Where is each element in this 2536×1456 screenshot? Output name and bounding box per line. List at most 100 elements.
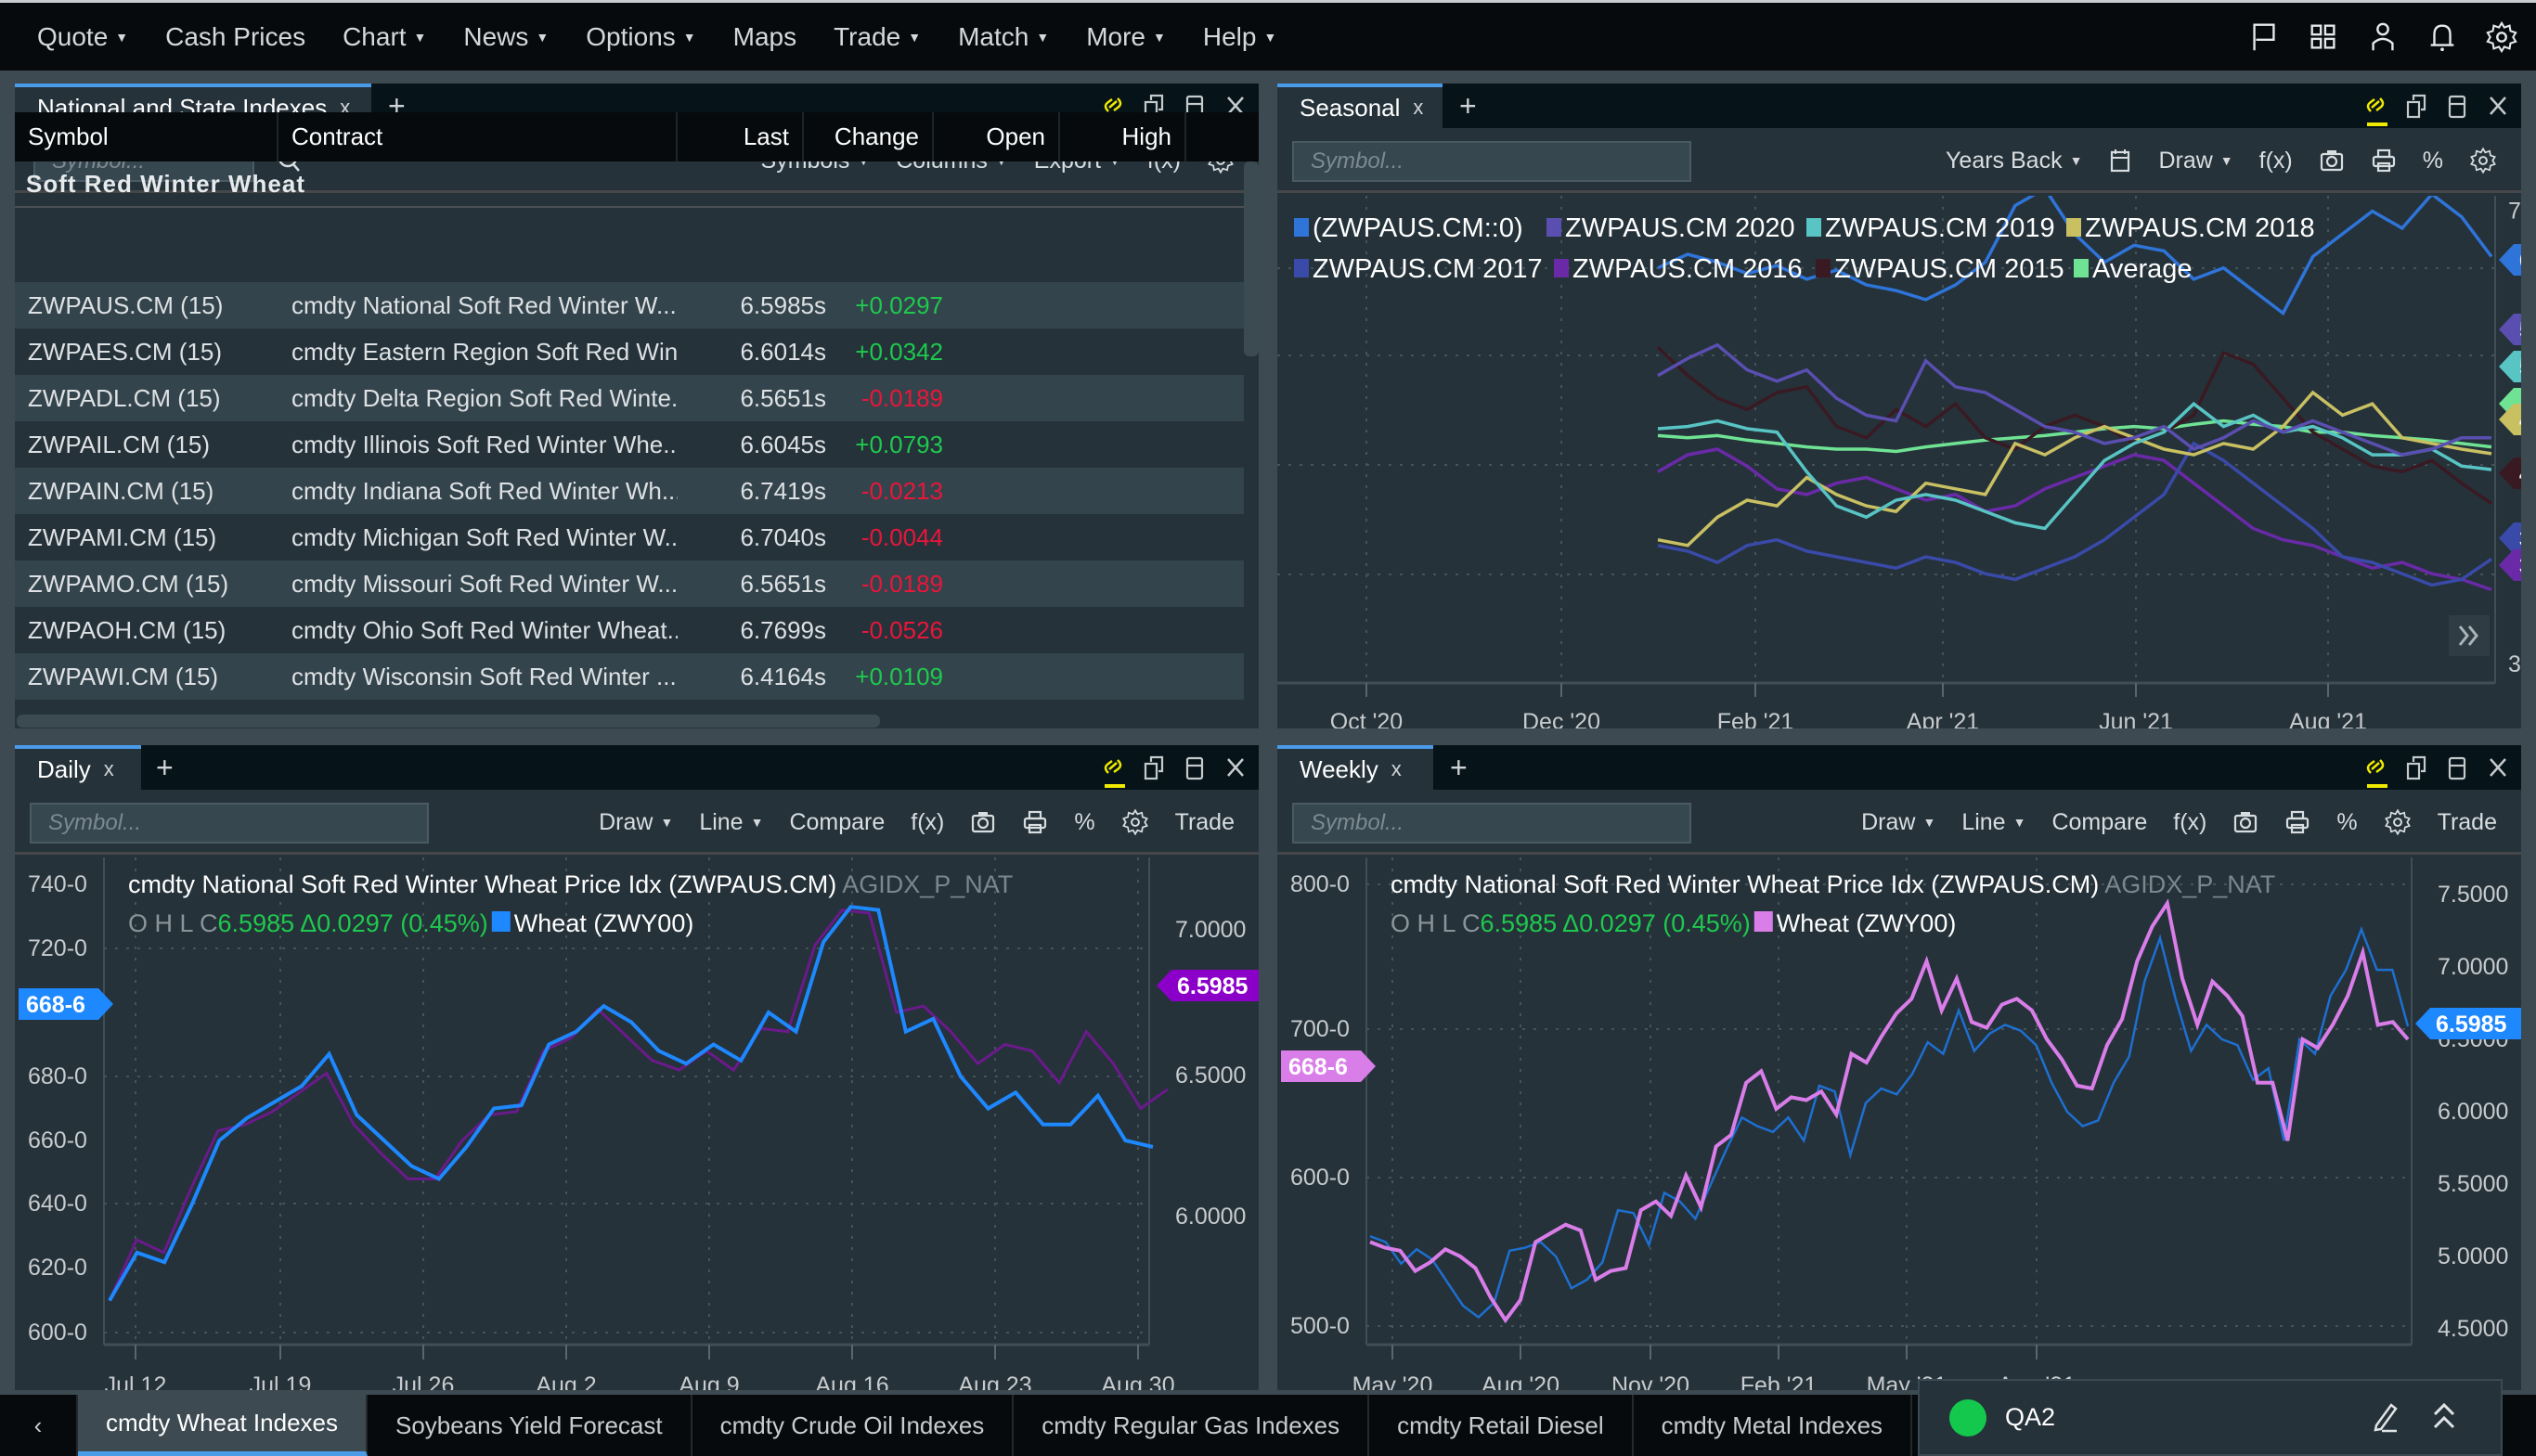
- popout-icon[interactable]: [2402, 91, 2430, 121]
- add-tab-button[interactable]: +: [1459, 89, 1477, 123]
- link-icon[interactable]: [2361, 753, 2389, 788]
- tool-f-x-[interactable]: f(x): [2173, 809, 2206, 836]
- daily-chart[interactable]: 740-0720-0700-0680-0660-0640-0620-0600-0…: [15, 857, 1259, 1390]
- tab-weekly[interactable]: Weekly x: [1277, 745, 1433, 790]
- tool-trade[interactable]: Trade: [1175, 809, 1235, 836]
- nav-options[interactable]: Options ▼: [586, 22, 695, 52]
- tool-trade[interactable]: Trade: [2438, 809, 2497, 836]
- add-tab-button[interactable]: +: [156, 751, 174, 785]
- table-row[interactable]: ZWPAIL.CM (15) cmdty Illinois Soft Red Wi…: [15, 421, 1244, 468]
- scroll-left-button[interactable]: ‹: [0, 1395, 78, 1456]
- symbol-input[interactable]: Symbol...: [1292, 141, 1691, 182]
- close-icon[interactable]: [2484, 753, 2512, 782]
- table-row[interactable]: ZWPAMI.CM (15) cmdty Michigan Soft Red Wi…: [15, 514, 1244, 560]
- table-row[interactable]: ZWPAMO.CM (15) cmdty Missouri Soft Red Wi…: [15, 560, 1244, 607]
- add-tab-button[interactable]: +: [1450, 751, 1468, 785]
- camera-icon[interactable]: [2319, 148, 2345, 174]
- workspace-tab[interactable]: Soybeans Yield Forecast: [368, 1395, 692, 1456]
- tool-f-x-[interactable]: f(x): [911, 809, 944, 836]
- table-row[interactable]: ZWPAES.CM (15) cmdty Eastern Region Soft …: [15, 329, 1244, 375]
- tool-draw[interactable]: Draw ▼: [2158, 148, 2232, 174]
- table-row[interactable]: ZWPADL.CM (15) cmdty Delta Region Soft Re…: [15, 375, 1244, 421]
- tab-daily[interactable]: Daily x: [15, 745, 141, 790]
- nav-news[interactable]: News ▼: [463, 22, 549, 52]
- compare-swatch: [1753, 911, 1773, 932]
- tool-percent[interactable]: %: [2336, 809, 2357, 836]
- left-y-tick-label: 660-0: [28, 1127, 87, 1153]
- horizontal-scrollbar[interactable]: [17, 715, 880, 728]
- table-row[interactable]: ZWPAIN.CM (15) cmdty Indiana Soft Red Win…: [15, 468, 1244, 514]
- nav-more[interactable]: More ▼: [1086, 22, 1166, 52]
- nav-cash-prices[interactable]: Cash Prices: [165, 22, 305, 52]
- maximize-icon[interactable]: [2443, 91, 2471, 121]
- popout-icon[interactable]: [2402, 753, 2430, 782]
- vertical-scrollbar[interactable]: [1244, 161, 1259, 356]
- nav-maps[interactable]: Maps: [733, 22, 796, 52]
- column-header-last[interactable]: Last: [678, 112, 804, 161]
- user-icon[interactable]: [2365, 19, 2400, 55]
- tool-line[interactable]: Line ▼: [1961, 809, 2025, 836]
- seasonal-chart[interactable]: Oct '20 Dec '20 Feb '21 Apr '21 Jun '21 Aug '…: [1277, 196, 2521, 728]
- table-row[interactable]: ZWPAOH.CM (15) cmdty Ohio Soft Red Winter…: [15, 607, 1244, 653]
- symbol-input[interactable]: Symbol...: [1292, 803, 1691, 844]
- column-header-contract[interactable]: Contract: [278, 112, 678, 161]
- compare-label[interactable]: Wheat (ZWY00): [1777, 909, 1957, 937]
- workspace-tab[interactable]: cmdty Wheat Indexes: [78, 1395, 368, 1456]
- close-tab-icon[interactable]: x: [104, 757, 114, 781]
- flag-icon[interactable]: [2246, 19, 2282, 55]
- weekly-chart[interactable]: 800-0700-0600-0500-07.50007.00006.50006.…: [1277, 857, 2521, 1390]
- nav-help[interactable]: Help ▼: [1203, 22, 1276, 52]
- popout-icon[interactable]: [1140, 753, 1168, 782]
- bell-icon[interactable]: [2425, 19, 2460, 55]
- double-chevron-up-icon[interactable]: [2430, 1399, 2458, 1437]
- tool-compare[interactable]: Compare: [2051, 809, 2147, 836]
- compare-label[interactable]: Wheat (ZWY00): [514, 909, 694, 937]
- workspace-tab[interactable]: cmdty Regular Gas Indexes: [1014, 1395, 1370, 1456]
- table-row[interactable]: ZWPAUS.CM (15) cmdty National Soft Red Wi…: [15, 282, 1244, 329]
- print-icon[interactable]: [2371, 148, 2397, 174]
- close-tab-icon[interactable]: x: [1413, 96, 1423, 120]
- tool-percent[interactable]: %: [2423, 148, 2443, 174]
- tool-draw[interactable]: Draw ▼: [599, 809, 673, 836]
- tool-compare[interactable]: Compare: [789, 809, 885, 836]
- edit-pencil-icon[interactable]: [2371, 1399, 2400, 1437]
- maximize-icon[interactable]: [2443, 753, 2471, 782]
- workspace-badge[interactable]: QA2: [1918, 1379, 2503, 1456]
- scroll-to-latest-button[interactable]: [2449, 615, 2490, 656]
- print-icon[interactable]: [1022, 809, 1048, 835]
- camera-icon[interactable]: [970, 809, 996, 835]
- gear-icon[interactable]: [1121, 808, 1149, 836]
- link-icon[interactable]: [1099, 753, 1127, 788]
- tool-draw[interactable]: Draw ▼: [1861, 809, 1935, 836]
- link-icon[interactable]: [2361, 91, 2389, 126]
- nav-match[interactable]: Match ▼: [958, 22, 1049, 52]
- column-header-symbol[interactable]: Symbol: [15, 112, 278, 161]
- gear-icon[interactable]: [2469, 147, 2497, 174]
- close-icon[interactable]: [2484, 91, 2512, 121]
- column-header-high[interactable]: High: [1060, 112, 1186, 161]
- tool-f-x-[interactable]: f(x): [2259, 148, 2293, 174]
- nav-chart[interactable]: Chart ▼: [343, 22, 426, 52]
- nav-quote[interactable]: Quote ▼: [37, 22, 128, 52]
- workspace-tab[interactable]: cmdty Retail Diesel: [1369, 1395, 1634, 1456]
- camera-icon[interactable]: [2232, 809, 2258, 835]
- table-row[interactable]: ZWPAWI.CM (15) cmdty Wisconsin Soft Red W…: [15, 653, 1244, 700]
- tab-seasonal[interactable]: Seasonal x: [1277, 84, 1443, 128]
- maximize-icon[interactable]: [1181, 753, 1209, 782]
- close-tab-icon[interactable]: x: [1391, 757, 1402, 781]
- gear-icon[interactable]: [2384, 808, 2412, 836]
- workspace-tab[interactable]: cmdty Metal Indexes: [1634, 1395, 1913, 1456]
- tool-percent[interactable]: %: [1074, 809, 1094, 836]
- calendar-icon[interactable]: [2108, 148, 2132, 174]
- nav-trade[interactable]: Trade ▼: [834, 22, 921, 52]
- print-icon[interactable]: [2284, 809, 2310, 835]
- tool-line[interactable]: Line ▼: [699, 809, 763, 836]
- column-header-open[interactable]: Open: [934, 112, 1060, 161]
- column-header-change[interactable]: Change: [804, 112, 934, 161]
- symbol-input[interactable]: Symbol...: [30, 803, 429, 844]
- workspace-tab[interactable]: cmdty Crude Oil Indexes: [692, 1395, 1015, 1456]
- tool-years-back[interactable]: Years Back ▼: [1946, 148, 2082, 174]
- grid-icon[interactable]: [2306, 19, 2341, 55]
- gear-icon[interactable]: [2484, 19, 2519, 55]
- close-icon[interactable]: [1222, 753, 1249, 782]
